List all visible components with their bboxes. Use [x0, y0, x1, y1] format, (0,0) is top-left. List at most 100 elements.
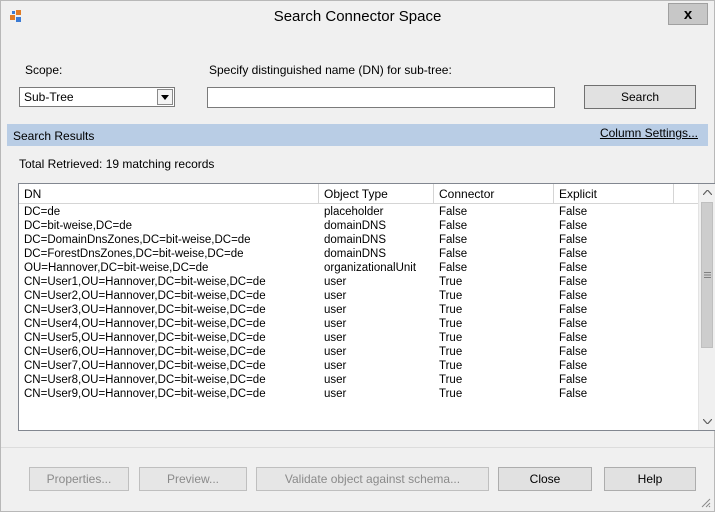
explicit-cell: False [559, 332, 588, 344]
table-row[interactable]: CN=User3,OU=Hannover,DC=bit-weise,DC=de u… [19, 303, 699, 317]
object-type-cell: user [324, 360, 347, 372]
table-row[interactable]: CN=User9,OU=Hannover,DC=bit-weise,DC=de u… [19, 387, 699, 401]
divider [1, 447, 714, 448]
help-button[interactable]: Help [604, 467, 696, 491]
dn-cell: CN=User1,OU=Hannover,DC=bit-weise,DC=de [24, 276, 266, 288]
connector-cell: False [439, 262, 468, 274]
dn-cell: CN=User7,OU=Hannover,DC=bit-weise,DC=de [24, 360, 266, 372]
table-row[interactable]: CN=User2,OU=Hannover,DC=bit-weise,DC=de u… [19, 289, 699, 303]
results-grid[interactable]: DN Object Type Connector Explicit DC=de p… [18, 183, 715, 431]
dn-cell: DC=bit-weise,DC=de [24, 220, 133, 232]
dn-cell: CN=User2,OU=Hannover,DC=bit-weise,DC=de [24, 290, 266, 302]
connector-cell: True [439, 290, 463, 302]
object-type-cell: domainDNS [324, 234, 386, 246]
table-row[interactable]: DC=de placeholder False False [19, 205, 699, 219]
table-row[interactable]: CN=User1,OU=Hannover,DC=bit-weise,DC=de u… [19, 275, 699, 289]
dn-cell: CN=User8,OU=Hannover,DC=bit-weise,DC=de [24, 374, 266, 386]
explicit-cell: False [559, 276, 588, 288]
preview-button[interactable]: Preview... [139, 467, 247, 491]
close-window-button[interactable]: x [668, 3, 708, 25]
dn-label: Specify distinguished name (DN) for sub-… [209, 63, 452, 77]
search-results-title: Search Results [13, 129, 95, 143]
object-type-cell: user [324, 374, 347, 386]
dn-cell: CN=User3,OU=Hannover,DC=bit-weise,DC=de [24, 304, 266, 316]
connector-cell: True [439, 318, 463, 330]
scroll-down-icon[interactable] [699, 413, 715, 430]
scope-label: Scope: [25, 63, 63, 77]
column-header-explicit[interactable]: Explicit [554, 184, 674, 204]
table-row[interactable]: CN=User7,OU=Hannover,DC=bit-weise,DC=de u… [19, 359, 699, 373]
explicit-cell: False [559, 360, 588, 372]
scroll-up-icon[interactable] [699, 184, 715, 201]
object-type-cell: user [324, 290, 347, 302]
object-type-cell: user [324, 304, 347, 316]
title-bar[interactable]: Search Connector Space x [1, 1, 714, 31]
close-button[interactable]: Close [498, 467, 592, 491]
search-connector-space-dialog: Search Connector Space x Scope: Specify … [0, 0, 715, 512]
explicit-cell: False [559, 304, 588, 316]
table-row[interactable]: CN=User6,OU=Hannover,DC=bit-weise,DC=de u… [19, 345, 699, 359]
connector-cell: True [439, 360, 463, 372]
vertical-scrollbar[interactable] [698, 184, 715, 430]
connector-cell: True [439, 276, 463, 288]
chevron-down-icon[interactable] [157, 89, 173, 105]
object-type-cell: user [324, 332, 347, 344]
table-row[interactable]: CN=User8,OU=Hannover,DC=bit-weise,DC=de u… [19, 373, 699, 387]
table-row[interactable]: CN=User5,OU=Hannover,DC=bit-weise,DC=de u… [19, 331, 699, 345]
connector-cell: True [439, 388, 463, 400]
connector-cell: False [439, 206, 468, 218]
table-row[interactable]: DC=bit-weise,DC=de domainDNS False False [19, 219, 699, 233]
table-row[interactable]: CN=User4,OU=Hannover,DC=bit-weise,DC=de u… [19, 317, 699, 331]
properties-button[interactable]: Properties... [29, 467, 129, 491]
connector-cell: False [439, 220, 468, 232]
total-retrieved-text: Total Retrieved: 19 matching records [19, 157, 215, 171]
object-type-cell: user [324, 346, 347, 358]
grip-lines-icon [703, 272, 711, 278]
dn-cell: DC=DomainDnsZones,DC=bit-weise,DC=de [24, 234, 251, 246]
explicit-cell: False [559, 346, 588, 358]
column-header-dn[interactable]: DN [19, 184, 319, 204]
column-settings-link[interactable]: Column Settings... [600, 126, 698, 140]
scrollbar-thumb[interactable] [701, 202, 713, 348]
connector-cell: True [439, 304, 463, 316]
table-row[interactable]: DC=DomainDnsZones,DC=bit-weise,DC=de doma… [19, 233, 699, 247]
resize-grip-icon[interactable] [699, 496, 711, 508]
explicit-cell: False [559, 248, 588, 260]
object-type-cell: user [324, 276, 347, 288]
explicit-cell: False [559, 206, 588, 218]
grid-header: DN Object Type Connector Explicit [19, 184, 699, 204]
object-type-cell: user [324, 388, 347, 400]
close-icon: x [683, 5, 693, 23]
connector-cell: True [439, 332, 463, 344]
object-type-cell: domainDNS [324, 248, 386, 260]
window-title: Search Connector Space [273, 8, 442, 25]
explicit-cell: False [559, 374, 588, 386]
column-header-object-type[interactable]: Object Type [319, 184, 434, 204]
column-header-connector[interactable]: Connector [434, 184, 554, 204]
object-type-cell: organizationalUnit [324, 262, 417, 274]
explicit-cell: False [559, 290, 588, 302]
connector-cell: False [439, 234, 468, 246]
search-button[interactable]: Search [584, 85, 696, 109]
dn-input[interactable] [207, 87, 555, 108]
scope-selected-value: Sub-Tree [24, 90, 74, 104]
explicit-cell: False [559, 234, 588, 246]
validate-object-button[interactable]: Validate object against schema... [256, 467, 489, 491]
dn-cell: OU=Hannover,DC=bit-weise,DC=de [24, 262, 209, 274]
connector-cell: True [439, 346, 463, 358]
column-header-filler [674, 184, 699, 204]
dn-cell: DC=de [24, 206, 61, 218]
object-type-cell: placeholder [324, 206, 384, 218]
connector-cell: False [439, 248, 468, 260]
dn-cell: CN=User9,OU=Hannover,DC=bit-weise,DC=de [24, 388, 266, 400]
table-row[interactable]: OU=Hannover,DC=bit-weise,DC=de organizati… [19, 261, 699, 275]
explicit-cell: False [559, 262, 588, 274]
object-type-cell: user [324, 318, 347, 330]
grid-body: DC=de placeholder False False DC=bit-weise,D… [19, 205, 699, 401]
object-type-cell: domainDNS [324, 220, 386, 232]
search-results-header: Search Results Column Settings... [7, 124, 708, 146]
table-row[interactable]: DC=ForestDnsZones,DC=bit-weise,DC=de doma… [19, 247, 699, 261]
dn-cell: CN=User5,OU=Hannover,DC=bit-weise,DC=de [24, 332, 266, 344]
dn-cell: CN=User6,OU=Hannover,DC=bit-weise,DC=de [24, 346, 266, 358]
scope-select[interactable]: Sub-Tree [19, 87, 175, 107]
